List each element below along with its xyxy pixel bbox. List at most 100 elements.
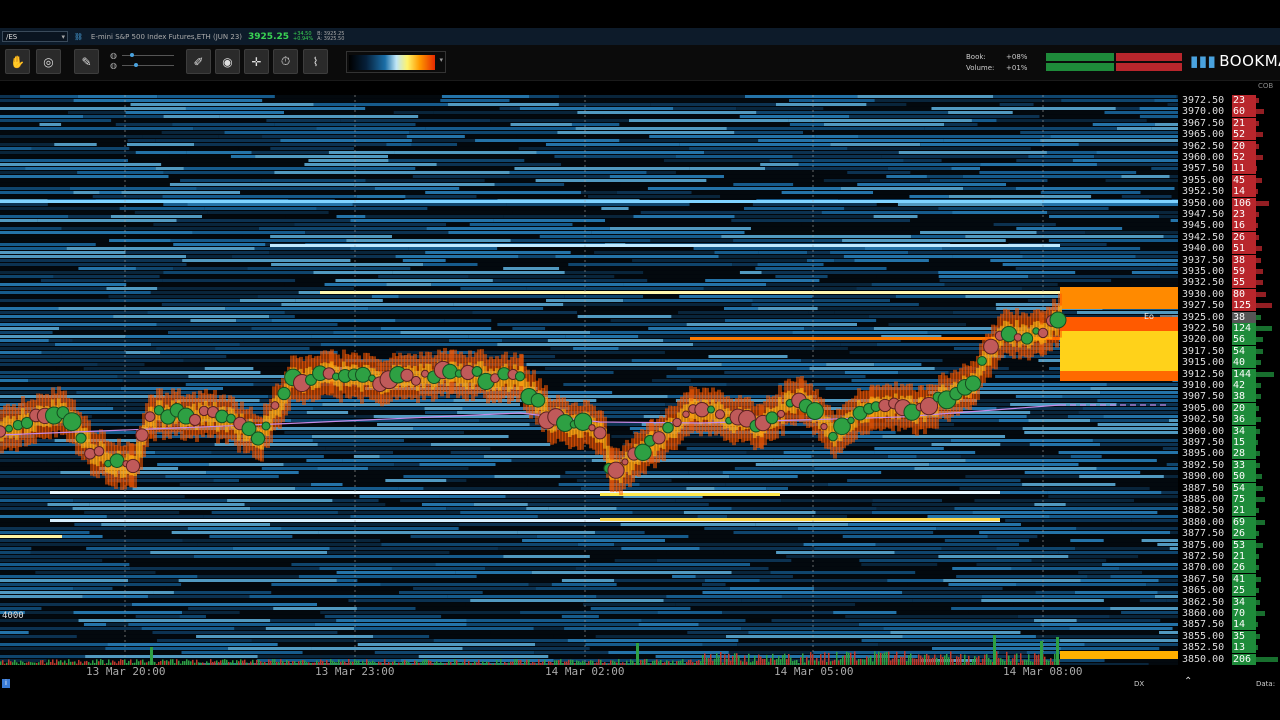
ladder-row[interactable]: 3972.50 23 [1178, 95, 1280, 106]
heatmap-chart[interactable]: Eo 4000 [0, 95, 1178, 665]
ladder-row[interactable]: 3850.00 206 [1178, 653, 1280, 665]
ladder-row[interactable]: 3852.50 13 [1178, 642, 1280, 654]
chevron-down-icon[interactable]: ▾ [439, 56, 443, 64]
link-icon[interactable]: ⛓ [74, 33, 83, 41]
liquidity-band [526, 287, 586, 290]
liquidity-band [0, 483, 180, 486]
liquidity-band [466, 479, 501, 482]
ladder-row[interactable]: 3885.00 75 [1178, 494, 1280, 505]
ladder-price: 3860.00 [1182, 608, 1225, 619]
liquidity-band [804, 327, 874, 330]
ladder-row[interactable]: 3867.50 41 [1178, 573, 1280, 585]
heatmap-palette-select[interactable]: ▾ [346, 51, 446, 73]
volume-bar [928, 655, 930, 665]
ladder-row[interactable]: 3962.50 20 [1178, 140, 1280, 152]
liquidity-band [342, 459, 512, 462]
ladder-row[interactable]: 3860.00 70 [1178, 608, 1280, 619]
liquidity-band [144, 363, 290, 366]
ladder-row[interactable]: 3912.50 144 [1178, 368, 1280, 380]
ladder-row[interactable]: 3865.00 25 [1178, 585, 1280, 597]
liquidity-band [0, 651, 182, 654]
ladder-row[interactable]: 3900.00 34 [1178, 425, 1280, 437]
liquidity-band [0, 643, 108, 646]
ladder-row[interactable]: 3945.00 16 [1178, 220, 1280, 232]
ladder-row[interactable]: 3935.00 59 [1178, 266, 1280, 277]
upper-slider-handle[interactable] [130, 53, 134, 57]
liquidity-band [197, 543, 382, 546]
liquidity-band [0, 155, 170, 158]
liquidity-band [882, 435, 1006, 438]
upper-slider[interactable] [122, 53, 174, 57]
ladder-row[interactable]: 3920.00 56 [1178, 334, 1280, 346]
price-ladder[interactable]: 3972.50 23 3970.00 60 3967.50 21 3965.00 52 3962… [1178, 95, 1280, 665]
ladder-row[interactable]: 3947.50 23 [1178, 209, 1280, 220]
ladder-row[interactable]: 3910.00 42 [1178, 380, 1280, 391]
liquidity-band [500, 479, 577, 482]
liquidity-band [856, 287, 1022, 290]
ladder-row[interactable]: 3872.50 21 [1178, 551, 1280, 562]
ladder-depth-bar [1256, 280, 1263, 286]
ladder-row[interactable]: 3952.50 14 [1178, 186, 1280, 198]
ladder-row[interactable]: 3870.00 26 [1178, 562, 1280, 574]
ladder-row[interactable]: 3890.00 50 [1178, 471, 1280, 483]
ladder-row[interactable]: 3967.50 21 [1178, 117, 1280, 129]
liquidity-band [761, 279, 820, 282]
comment-tool-button[interactable]: ◉ [215, 49, 240, 74]
ladder-row[interactable]: 3970.00 60 [1178, 106, 1280, 118]
ladder-row[interactable]: 3882.50 21 [1178, 505, 1280, 517]
ladder-row[interactable]: 3855.00 35 [1178, 630, 1280, 642]
volume-bar [718, 656, 720, 665]
ladder-row[interactable]: 3880.00 69 [1178, 516, 1280, 528]
ladder-row[interactable]: 3940.00 51 [1178, 243, 1280, 255]
ladder-row[interactable]: 3857.50 14 [1178, 619, 1280, 631]
ladder-row[interactable]: 3897.50 15 [1178, 437, 1280, 448]
ladder-row[interactable]: 3915.00 40 [1178, 357, 1280, 369]
ladder-row[interactable]: 3932.50 55 [1178, 277, 1280, 289]
lower-slider[interactable] [122, 63, 174, 67]
ladder-row[interactable]: 3955.00 45 [1178, 174, 1280, 186]
ladder-row[interactable]: 3895.00 28 [1178, 448, 1280, 460]
ladder-row[interactable]: 3950.00 106 [1178, 197, 1280, 209]
pencil-tool-button[interactable]: ✐ [186, 49, 211, 74]
liquidity-band [359, 495, 440, 498]
hand-tool-button[interactable]: ✋ [5, 49, 30, 74]
ladder-row[interactable]: 3965.00 52 [1178, 129, 1280, 141]
ladder-row[interactable]: 3930.00 80 [1178, 288, 1280, 300]
brush-tool-button[interactable]: ✎ [74, 49, 99, 74]
indicator-tool-button[interactable]: ⌇ [303, 49, 328, 74]
ladder-row[interactable]: 3960.00 52 [1178, 152, 1280, 163]
ladder-row[interactable]: 3925.00 38 [1178, 311, 1280, 323]
heatmap-svg[interactable]: Eo [0, 95, 1178, 665]
info-icon[interactable]: i [2, 679, 10, 688]
ladder-row[interactable]: 3942.50 26 [1178, 231, 1280, 243]
liquidity-band [379, 455, 484, 458]
ladder-row[interactable]: 3937.50 38 [1178, 254, 1280, 266]
ladder-price: 3912.50 [1182, 368, 1225, 380]
symbol-input[interactable]: /ES ▾ [2, 31, 68, 42]
liquidity-band [135, 151, 187, 154]
ladder-row[interactable]: 3902.50 36 [1178, 414, 1280, 426]
ladder-row[interactable]: 3927.50 125 [1178, 300, 1280, 312]
target-tool-button[interactable]: ◎ [36, 49, 61, 74]
lower-slider-handle[interactable] [134, 63, 138, 67]
ladder-row[interactable]: 3877.50 26 [1178, 528, 1280, 540]
chevron-down-icon[interactable]: ▾ [61, 32, 65, 43]
liquidity-band [1109, 615, 1178, 618]
liquidity-band [112, 587, 167, 590]
ladder-row[interactable]: 3905.00 20 [1178, 402, 1280, 414]
liquidity-band [0, 99, 74, 102]
timer-tool-button[interactable]: ⏱ [273, 49, 298, 74]
liquidity-band [146, 439, 228, 442]
liquidity-band [0, 583, 182, 586]
ladder-row[interactable]: 3862.50 34 [1178, 596, 1280, 608]
ladder-row[interactable]: 3917.50 54 [1178, 345, 1280, 357]
ladder-row[interactable]: 3922.50 124 [1178, 323, 1280, 334]
ladder-row[interactable]: 3957.50 11 [1178, 163, 1280, 175]
liquidity-band [563, 383, 727, 386]
ladder-row[interactable]: 3892.50 33 [1178, 459, 1280, 471]
ladder-row[interactable]: 3875.00 53 [1178, 539, 1280, 551]
crosshair-tool-button[interactable]: ✛ [244, 49, 269, 74]
chevron-up-icon[interactable]: ⌃ [1184, 676, 1192, 687]
ladder-row[interactable]: 3887.50 54 [1178, 482, 1280, 494]
ladder-row[interactable]: 3907.50 38 [1178, 391, 1280, 403]
